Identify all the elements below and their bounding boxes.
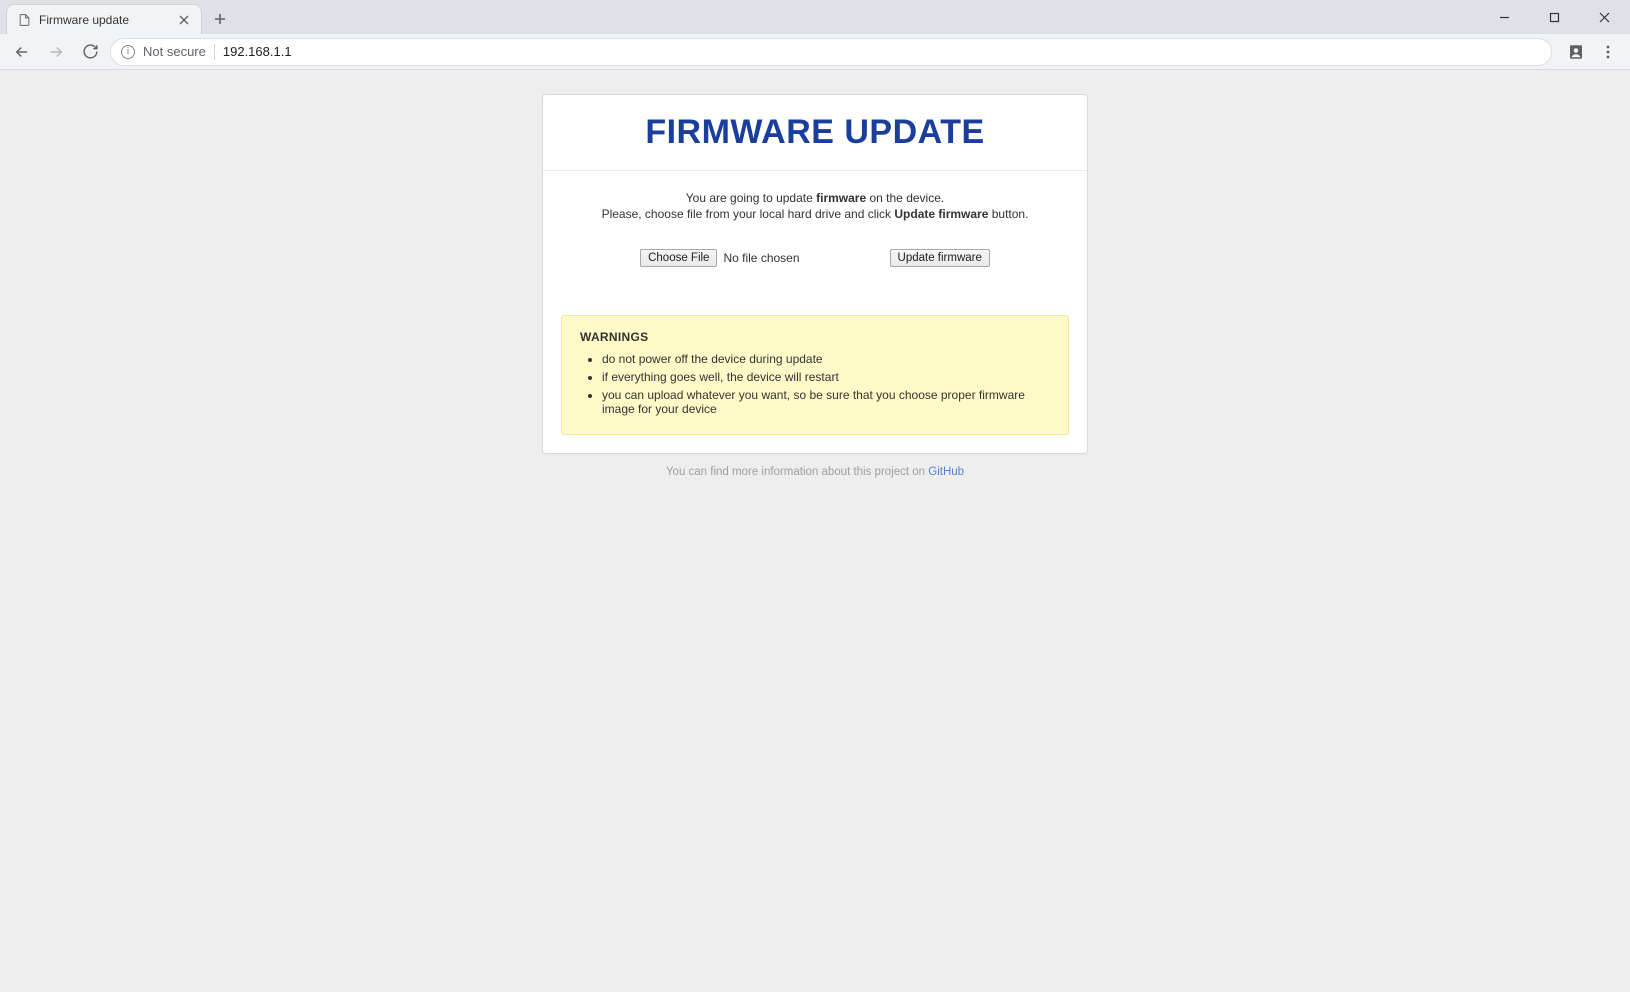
warnings-box: WARNINGS do not power off the device dur…	[561, 315, 1069, 435]
warnings-heading: WARNINGS	[580, 330, 1050, 344]
intro-line-2: Please, choose file from your local hard…	[561, 207, 1069, 221]
menu-icon[interactable]	[1594, 38, 1622, 66]
controls-row: Choose File No file chosen Update firmwa…	[561, 249, 1069, 267]
warning-item: do not power off the device during updat…	[602, 352, 1050, 366]
file-input-group: Choose File No file chosen	[640, 249, 799, 267]
reload-button[interactable]	[76, 38, 104, 66]
github-link[interactable]: GitHub	[928, 466, 964, 478]
site-info-icon[interactable]: i	[121, 45, 135, 59]
window-minimize-button[interactable]	[1482, 2, 1526, 32]
security-status: Not secure	[143, 44, 206, 59]
url-text: 192.168.1.1	[223, 44, 292, 59]
card-body: You are going to update firmware on the …	[543, 171, 1087, 297]
card-header: FIRMWARE UPDATE	[543, 95, 1087, 171]
update-firmware-button[interactable]: Update firmware	[890, 249, 990, 267]
file-icon	[17, 13, 31, 27]
file-chosen-label: No file chosen	[723, 251, 799, 265]
browser-tab[interactable]: Firmware update	[6, 4, 202, 34]
window-close-button[interactable]	[1582, 2, 1626, 32]
address-bar[interactable]: i Not secure 192.168.1.1	[110, 38, 1552, 66]
window-maximize-button[interactable]	[1532, 2, 1576, 32]
window-controls	[1482, 0, 1626, 34]
intro-line-1: You are going to update firmware on the …	[561, 191, 1069, 205]
browser-titlebar: Firmware update	[0, 0, 1630, 34]
choose-file-button[interactable]: Choose File	[640, 249, 717, 267]
forward-button[interactable]	[42, 38, 70, 66]
browser-toolbar: i Not secure 192.168.1.1	[0, 34, 1630, 70]
page-viewport: FIRMWARE UPDATE You are going to update …	[0, 70, 1630, 992]
tab-title: Firmware update	[39, 13, 169, 27]
new-tab-button[interactable]	[206, 5, 234, 33]
page-heading: FIRMWARE UPDATE	[553, 113, 1077, 152]
close-tab-icon[interactable]	[177, 13, 191, 27]
warnings-list: do not power off the device during updat…	[580, 352, 1050, 416]
separator	[214, 44, 215, 60]
warning-item: if everything goes well, the device will…	[602, 370, 1050, 384]
profile-icon[interactable]	[1562, 38, 1590, 66]
warning-item: you can upload whatever you want, so be …	[602, 388, 1050, 416]
firmware-update-card: FIRMWARE UPDATE You are going to update …	[542, 94, 1088, 454]
back-button[interactable]	[8, 38, 36, 66]
footer-text: You can find more information about this…	[0, 466, 1630, 478]
